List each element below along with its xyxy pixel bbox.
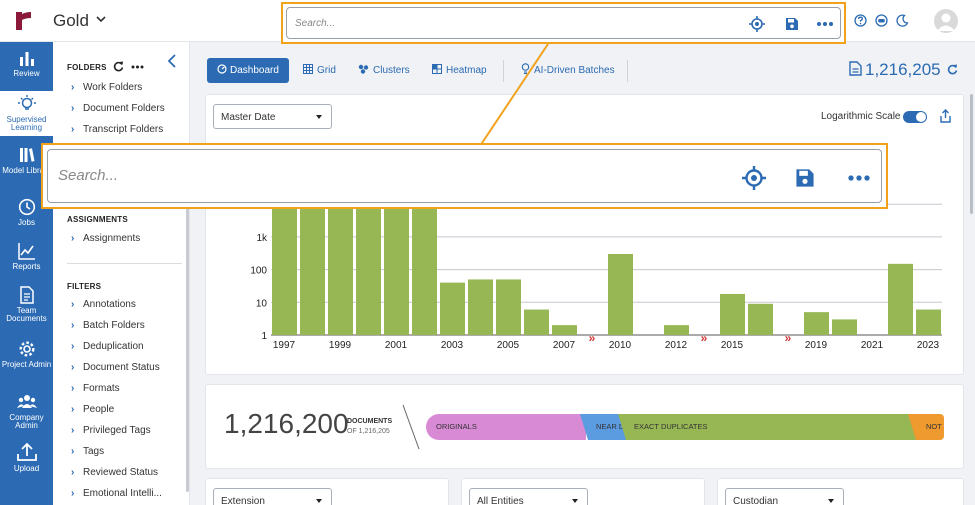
save-icon[interactable] (795, 168, 815, 188)
search-bar-zoomed: Search... (41, 143, 888, 209)
callout-connector (479, 43, 549, 147)
locate-icon[interactable] (742, 166, 766, 190)
more-icon[interactable] (847, 174, 871, 182)
search-input-zoomed[interactable]: Search... (47, 149, 882, 203)
search-placeholder: Search... (58, 167, 119, 184)
